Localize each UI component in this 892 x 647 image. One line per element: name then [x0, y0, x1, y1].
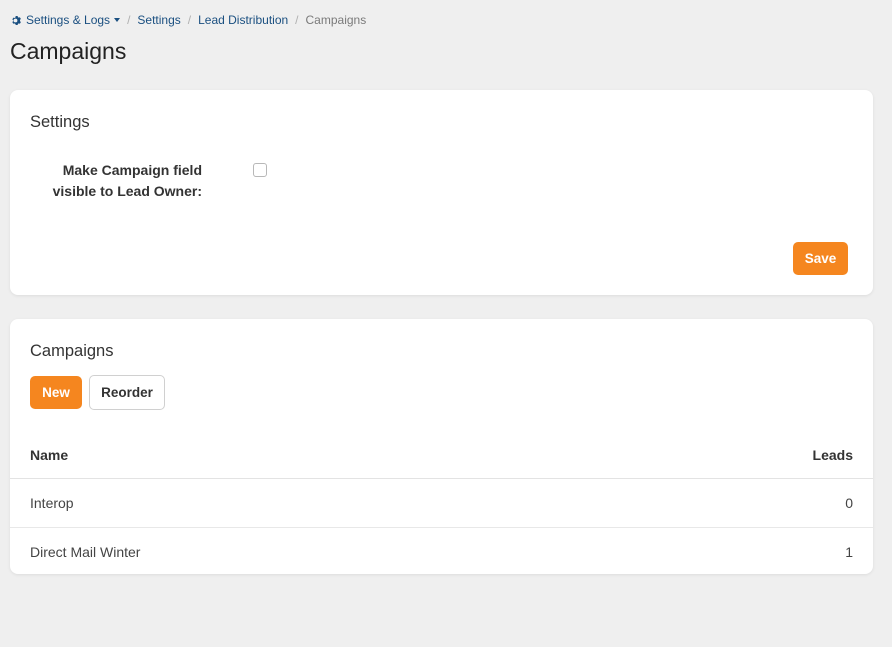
column-header-name[interactable]: Name	[30, 431, 68, 478]
breadcrumb-separator: /	[187, 13, 192, 27]
save-button[interactable]: Save	[793, 242, 848, 275]
campaign-visibility-label: Make Campaign field visible to Lead Owne…	[40, 160, 202, 202]
gear-icon	[12, 15, 21, 25]
campaign-visibility-label-line1: Make Campaign field	[62, 162, 202, 178]
campaign-name-cell[interactable]: Interop	[30, 479, 74, 527]
new-campaign-button[interactable]: New	[30, 376, 82, 409]
campaigns-card: Campaigns New Reorder Name Leads Interop…	[10, 319, 873, 574]
column-header-leads[interactable]: Leads	[813, 431, 853, 478]
breadcrumb-current: Campaigns	[305, 13, 367, 27]
campaigns-table: Name Leads Interop 0 Direct Mail Winter …	[10, 431, 873, 576]
campaign-leads-cell: 0	[845, 495, 853, 511]
campaign-visibility-checkbox[interactable]	[253, 163, 267, 177]
breadcrumb-settings-link[interactable]: Settings	[137, 13, 180, 27]
table-row[interactable]: Direct Mail Winter 1	[10, 528, 873, 576]
settings-logs-dropdown[interactable]: Settings & Logs	[11, 13, 121, 27]
settings-card-title: Settings	[30, 113, 90, 131]
campaign-name-cell[interactable]: Direct Mail Winter	[30, 528, 140, 576]
breadcrumb-lead-distribution-link[interactable]: Lead Distribution	[198, 13, 288, 27]
caret-down-icon	[114, 18, 121, 22]
campaigns-card-title: Campaigns	[30, 342, 114, 360]
campaign-visibility-label-line2: visible to Lead Owner:	[52, 183, 202, 199]
settings-logs-label: Settings & Logs	[26, 13, 111, 27]
table-row[interactable]: Interop 0	[10, 479, 873, 528]
breadcrumb: Settings & Logs / Settings / Lead Distri…	[11, 12, 366, 28]
breadcrumb-separator: /	[127, 13, 131, 27]
settings-card: Settings Make Campaign field visible to …	[10, 90, 873, 295]
table-header-row: Name Leads	[10, 431, 873, 479]
campaign-leads-link[interactable]: 1	[845, 528, 853, 576]
breadcrumb-separator: /	[295, 13, 299, 27]
page-title: Campaigns	[10, 38, 127, 64]
reorder-button[interactable]: Reorder	[89, 375, 165, 410]
